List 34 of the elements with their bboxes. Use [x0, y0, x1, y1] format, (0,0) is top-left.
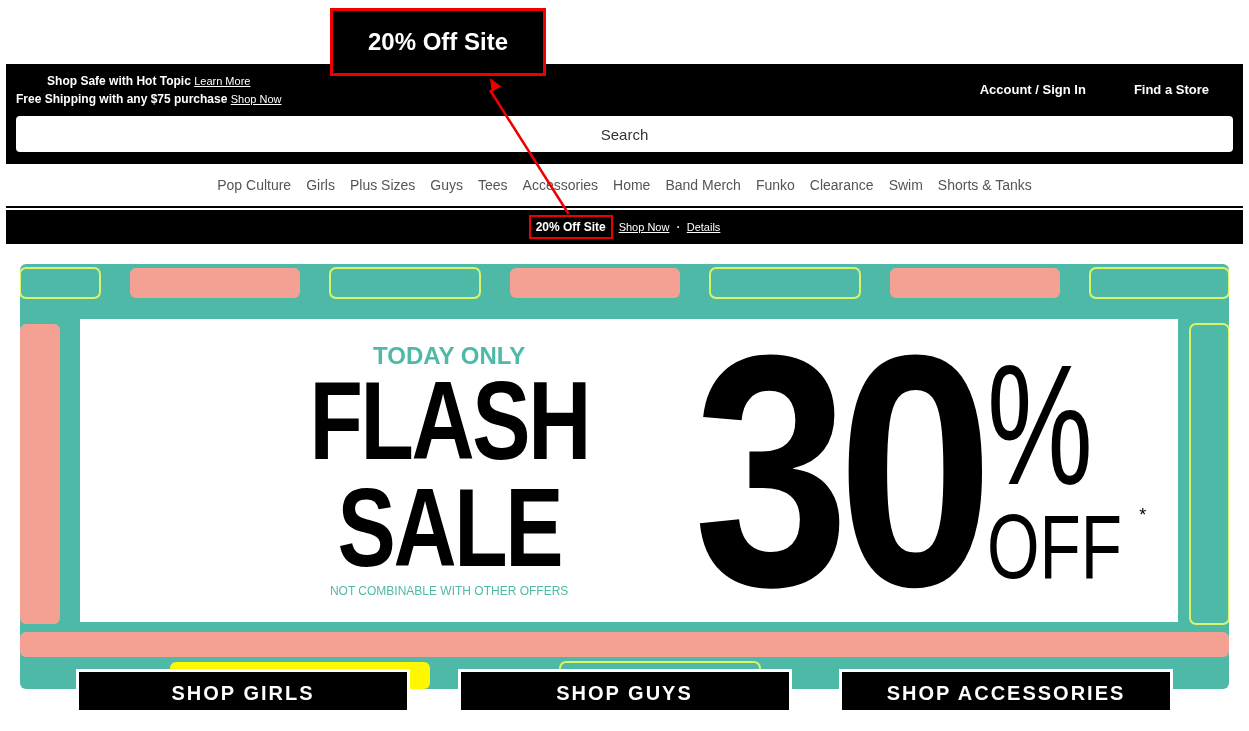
header-link[interactable]: Account / Sign In [979, 80, 1086, 100]
asterisk: * [1139, 504, 1147, 527]
percent-sign: % [987, 349, 1094, 502]
promo-link[interactable]: Shop Now [230, 93, 282, 105]
nav-link[interactable]: Clearance [809, 174, 874, 196]
promo-link[interactable]: Shop Now [618, 218, 670, 236]
nav-link[interactable]: Tees [478, 174, 508, 196]
nav-link[interactable]: Home [613, 174, 651, 196]
nav-link[interactable]: Girls [306, 174, 335, 196]
shop-button[interactable]: SHOP ACCESSORIES [839, 669, 1173, 713]
nav-link[interactable]: Guys [430, 174, 463, 196]
offer-label: 20% Off Site [528, 215, 613, 239]
promo-text: Free Shipping with any $75 purchase [16, 92, 229, 106]
separator-dot: · [675, 217, 681, 237]
nav-link[interactable]: Pop Culture [217, 174, 292, 196]
fine-print: NOT COMBINABLE WITH OTHER OFFERS [329, 584, 569, 597]
eyebrow-text: TODAY ONLY [373, 344, 526, 369]
promo-link[interactable]: Learn More [194, 75, 251, 87]
headline-text: FLASH [309, 368, 589, 475]
promo-link[interactable]: Details [686, 218, 721, 236]
nav-link[interactable]: Shorts & Tanks [937, 174, 1032, 196]
nav-link[interactable]: Plus Sizes [349, 174, 416, 196]
promo-text: Shop Safe with Hot Topic [47, 74, 192, 88]
nav-link[interactable]: Funko [755, 174, 795, 196]
search-field[interactable]: Search [16, 116, 1233, 152]
nav-link[interactable]: Band Merch [665, 174, 741, 196]
discount-amount: 30 [693, 305, 982, 636]
header-link[interactable]: Find a Store [1133, 80, 1209, 100]
callout-label: 20% Off Site [330, 8, 546, 76]
nav-link[interactable]: Swim [888, 174, 923, 196]
off-text: OFF [987, 502, 1123, 592]
shop-button[interactable]: SHOP GIRLS [76, 669, 410, 713]
shop-button[interactable]: SHOP GUYS [457, 669, 792, 713]
headline-text: SALE [337, 474, 561, 581]
